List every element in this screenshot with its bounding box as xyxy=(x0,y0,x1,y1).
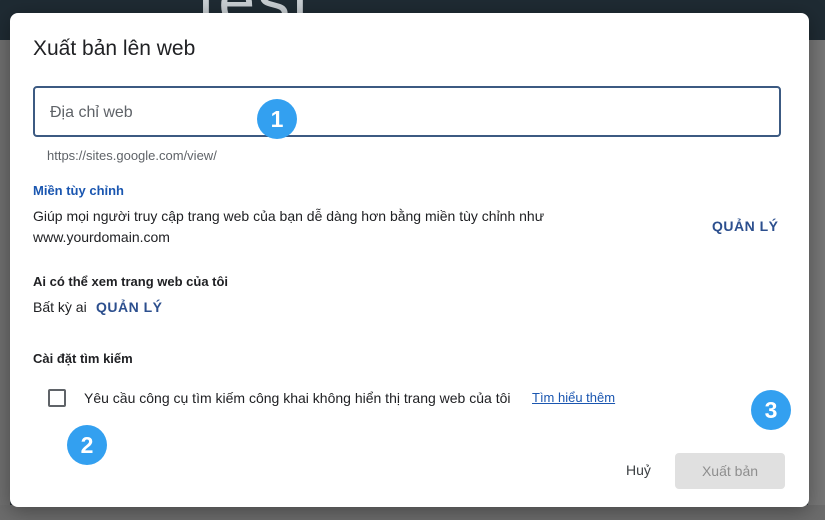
dialog-title: Xuất bản lên web xyxy=(33,37,196,60)
annotation-marker-3: 3 xyxy=(751,390,791,430)
manage-custom-domain-button[interactable]: QUẢN LÝ xyxy=(712,218,779,234)
hide-from-search-checkbox[interactable] xyxy=(48,389,66,407)
viewers-value: Bất kỳ ai xyxy=(33,299,87,315)
web-address-input[interactable] xyxy=(48,88,752,137)
cancel-button[interactable]: Huỷ xyxy=(626,462,651,478)
background-right-strip xyxy=(808,40,825,520)
learn-more-link[interactable]: Tìm hiểu thêm xyxy=(532,390,615,405)
viewers-heading: Ai có thể xem trang web của tôi xyxy=(33,274,229,289)
hide-from-search-label: Yêu cầu công cụ tìm kiếm công khai không… xyxy=(84,390,511,406)
publish-button[interactable]: Xuất bản xyxy=(675,453,785,489)
custom-domain-heading: Miền tùy chỉnh xyxy=(33,183,124,198)
manage-viewers-button[interactable]: QUẢN LÝ xyxy=(96,299,163,315)
web-address-field[interactable] xyxy=(33,86,781,137)
annotation-marker-2: 2 xyxy=(67,425,107,465)
custom-domain-description: Giúp mọi người truy cập trang web của bạ… xyxy=(33,208,545,245)
background-bottom-strip xyxy=(0,505,825,520)
annotation-marker-1: 1 xyxy=(257,99,297,139)
web-address-prefix-hint: https://sites.google.com/view/ xyxy=(47,148,217,163)
background-left-strip xyxy=(0,40,10,520)
search-settings-heading: Cài đặt tìm kiếm xyxy=(33,351,133,366)
publish-dialog: Xuất bản lên web https://sites.google.co… xyxy=(10,13,809,507)
